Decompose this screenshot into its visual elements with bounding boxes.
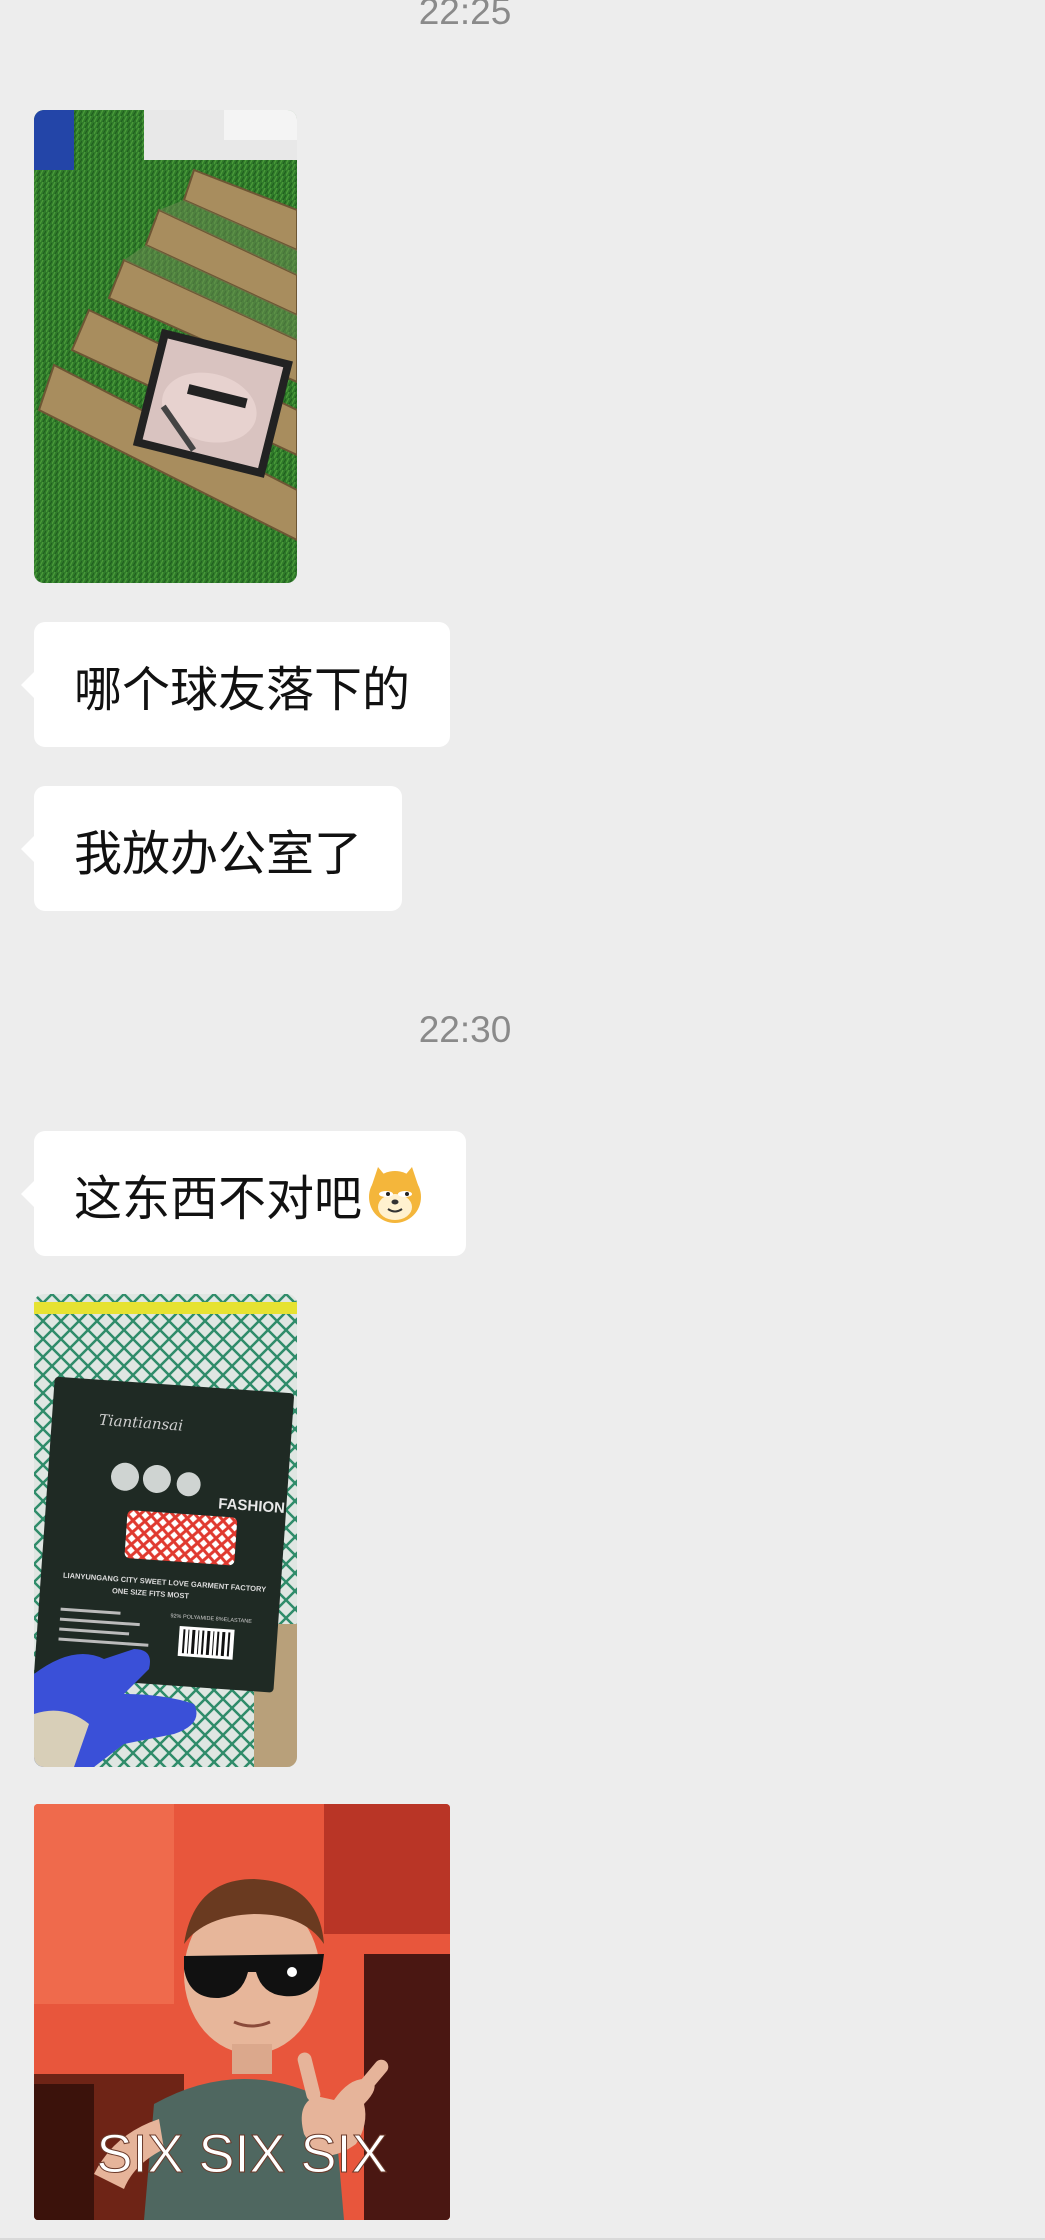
image-message-package-photo[interactable]: Tiantiansai FASHION LIANYUNGANG CITY SWE… — [34, 1294, 297, 1767]
message-text: 我放办公室了 — [74, 825, 363, 882]
message-text: 哪个球友落下的 — [74, 661, 411, 718]
doge-cat-emoji — [364, 1163, 426, 1225]
image-message-bench-photo[interactable] — [34, 110, 297, 583]
message-bubble[interactable]: 哪个球友落下的 — [20, 622, 451, 747]
timestamp: 22:25 — [418, 0, 512, 32]
message-bubble[interactable]: 这东西不对吧 — [20, 1131, 467, 1256]
message-text: 这东西不对吧 — [74, 1170, 363, 1227]
sticker-six-six-six[interactable]: SIX SIX SIX — [34, 1804, 450, 2220]
sticker-caption: SIX SIX SIX — [96, 2124, 387, 2184]
message-bubble[interactable]: 我放办公室了 — [20, 786, 403, 911]
timestamp: 22:30 — [418, 1009, 512, 1050]
